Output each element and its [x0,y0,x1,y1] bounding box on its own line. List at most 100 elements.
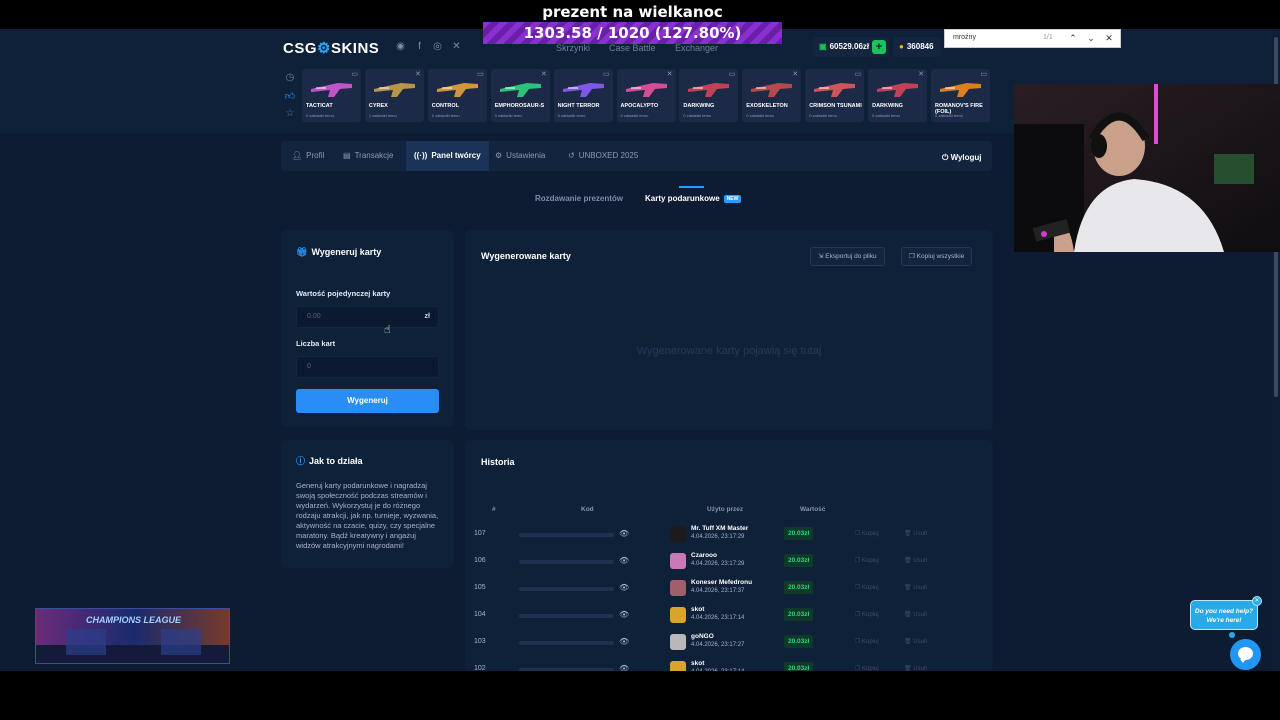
case-close-icon[interactable]: ▭ [980,70,987,78]
export-button[interactable]: ⇲ Eksportuj do pliku [810,247,885,266]
generate-panel: 🎁︎ Wygeneruj karty Wartość pojedynczej ka… [281,230,454,427]
delete-button[interactable]: 🗑︎ Usuń [904,584,927,591]
help-pointer-dot [1229,632,1235,638]
case-close-icon[interactable]: ▭ [603,70,610,78]
help-bubble[interactable]: Do you need help? We're here! [1190,600,1258,630]
masked-code [519,587,614,591]
case-close-icon[interactable]: ✕ [792,70,798,78]
howto-panel: ⓘ Jak to działa Generuj karty podarunkowe… [281,440,454,568]
nav-case-battle[interactable]: Case Battle [609,43,656,53]
case-name: EXOSKELETON [746,103,788,109]
case-card[interactable]: ✕ CYREX 1 zakładki temu [364,69,424,122]
case-card[interactable]: ▭ NIGHT TERROR 0 zakładki temu [553,69,613,122]
case-name: APOCALYPTO [620,103,659,109]
power-icon: ⏻ [942,153,951,162]
discord-icon[interactable]: ◉ [395,41,406,52]
instagram-icon[interactable]: ◎ [432,41,443,52]
logout-button[interactable]: ⏻ Wyloguj [942,153,982,163]
coins-widget[interactable]: ● 360846 [893,37,941,57]
user-icon: 👤︎ [292,151,303,160]
copy-all-button[interactable]: ❐ Kopiuj wszystkie [901,247,973,266]
generate-button[interactable]: Wygeneruj [296,389,439,413]
case-card[interactable]: ▭ TACTICAT 0 zakładki temu [302,69,361,122]
subtab-giveaways[interactable]: Rozdawanie prezentów [535,194,623,203]
delete-button[interactable]: 🗑︎ Usuń [904,611,927,618]
active-subtab-indicator [679,186,704,188]
case-close-icon[interactable]: ▭ [729,70,736,78]
tab-unboxed-2025[interactable]: ↺ UNBOXED 2025 [560,141,646,171]
find-prev-icon[interactable]: ⌃ [1067,32,1079,45]
star-icon[interactable]: ☆ [284,108,296,120]
tab-settings[interactable]: ⚙ Ustawienia [487,141,553,171]
case-card[interactable]: ▭ CRIMSON TSUNAMI 0 zakładki temu [805,69,865,122]
case-subtitle: 0 zakładki temu [306,113,334,118]
case-card[interactable]: ✕ APOCALYPTO 0 zakładki temu [616,69,676,122]
find-close-icon[interactable]: ✕ [1103,32,1115,45]
case-card[interactable]: ▭ CONTROL 0 zakładki temu [427,69,487,122]
case-card[interactable]: ✕ DARKWING 0 zakładki temu [868,69,928,122]
nav-exchanger[interactable]: Exchanger [675,43,718,53]
site-logo[interactable]: CSG⚙SKINS [283,39,379,57]
eye-icon[interactable]: 👁︎ [619,556,629,565]
chat-button[interactable] [1230,639,1261,670]
balance-widget[interactable]: ▣ 60529.06zł + [813,37,889,57]
thumbs-up-icon[interactable]: 👍︎ [284,90,296,102]
webcam-feed [1014,84,1280,252]
case-weapon-art [751,83,793,97]
card-count-input[interactable]: 0 [296,356,439,378]
x-icon[interactable]: ✕ [451,41,462,52]
avatar [670,553,686,569]
find-query[interactable]: mroźny [953,34,976,41]
case-subtitle: 0 zakładki temu [683,113,712,118]
case-subtitle: 0 zakładki temu [431,113,460,118]
case-subtitle: 0 zakładki temu [935,113,963,118]
case-close-icon[interactable]: ✕ [918,70,924,78]
case-card[interactable]: ▭ DARKWING 0 zakładki temu [679,69,739,122]
used-by-name: Koneser Mefedronu [691,579,753,586]
case-card[interactable]: ▭ ROMANOV'S FIRE (FOIL) 0 zakładki temu [931,69,990,122]
row-number: 106 [474,557,486,564]
delete-button[interactable]: 🗑︎ Usuń [904,530,927,537]
eye-icon[interactable]: 👁︎ [619,529,629,538]
case-close-icon[interactable]: ▭ [855,70,862,78]
find-next-icon[interactable]: ⌄ [1085,32,1097,45]
card-value-input[interactable]: 0.00 zł [296,306,439,328]
case-weapon-art [562,83,604,97]
delete-button[interactable]: 🗑︎ Usuń [904,557,927,564]
clock-icon[interactable]: ◷ [284,72,296,84]
case-close-icon[interactable]: ✕ [541,70,547,78]
col-value: Wartość [800,506,826,513]
broadcast-icon: ((·)) [414,151,428,160]
case-close-icon[interactable]: ▭ [351,70,358,78]
card-value-placeholder: 0.00 [307,313,321,320]
eye-icon[interactable]: 👁︎ [619,610,629,619]
eye-icon[interactable]: 👁︎ [619,583,629,592]
copy-button[interactable]: ❐ Kopiuj [855,584,879,591]
used-by-name: skot [691,660,705,667]
avatar [670,634,686,650]
subtab-gift-cards[interactable]: Karty podarunkowe NEW [645,194,742,203]
copy-button[interactable]: ❐ Kopiuj [855,530,879,537]
tab-profile[interactable]: 👤︎ Profil [284,141,332,171]
value-badge: 20.03zł [784,527,814,540]
case-card[interactable]: ✕ EMPHOROSAUR-S 0 zakładki temu [490,69,550,122]
delete-button[interactable]: 🗑︎ Usuń [904,638,927,645]
tab-creator-panel[interactable]: ((·)) Panel twórcy [406,141,489,171]
deposit-plus-icon[interactable]: + [872,40,886,54]
case-card[interactable]: ✕ EXOSKELETON 0 zakładki temu [742,69,802,122]
case-close-icon[interactable]: ✕ [415,70,421,78]
used-date: 4.04.2026, 23:17:29 [691,534,745,540]
case-close-icon[interactable]: ▭ [477,70,484,78]
info-icon: ⓘ [296,456,306,466]
copy-button[interactable]: ❐ Kopiuj [855,638,879,645]
case-close-icon[interactable]: ✕ [667,70,673,78]
nav-cases[interactable]: Skrzynki [556,43,590,53]
eye-icon[interactable]: 👁︎ [619,637,629,646]
case-name: TACTICAT [306,103,333,109]
avatar [670,526,686,542]
facebook-icon[interactable]: f [414,41,425,52]
tab-transactions[interactable]: ▤ Transakcje [335,141,401,171]
copy-button[interactable]: ❐ Kopiuj [855,611,879,618]
help-close-icon[interactable]: ✕ [1252,596,1262,606]
copy-button[interactable]: ❐ Kopiuj [855,557,879,564]
